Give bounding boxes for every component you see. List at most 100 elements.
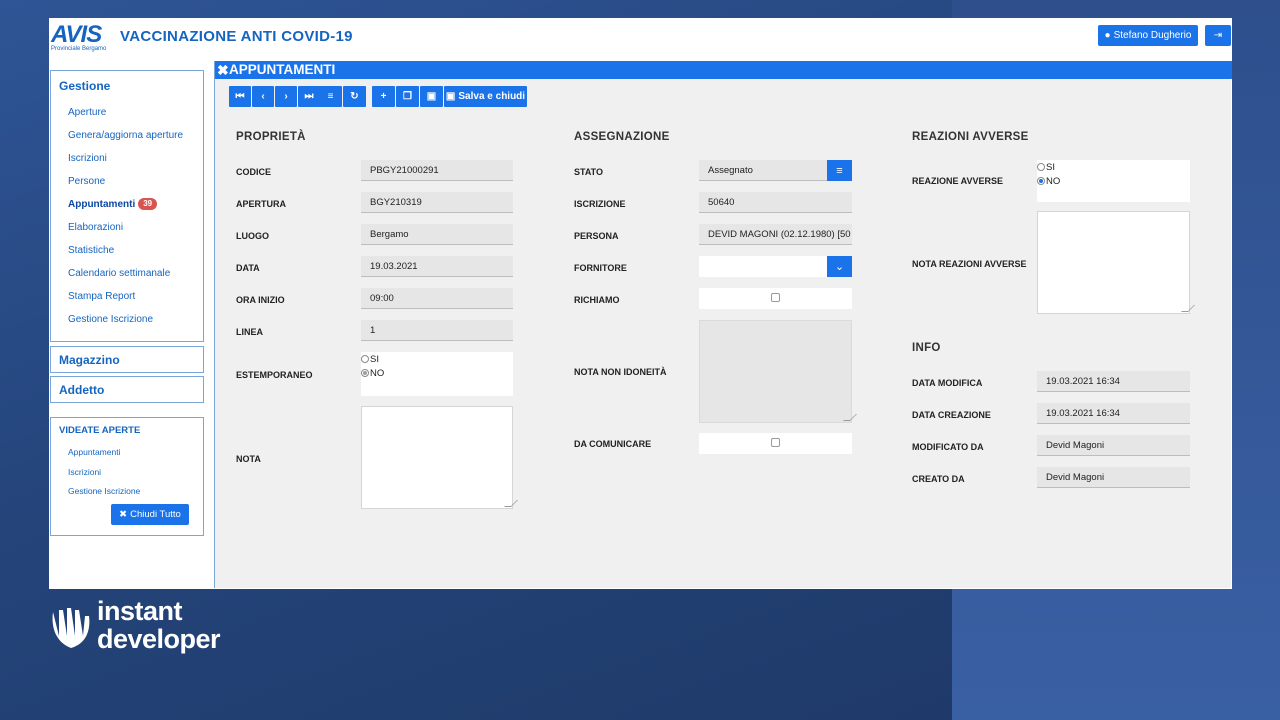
stato-field[interactable]: Assegnato — [699, 160, 827, 181]
next-record-button[interactable]: › — [275, 86, 297, 107]
resize-grip-icon[interactable] — [504, 500, 518, 507]
data-creazione-field[interactable]: 19.03.2021 16:34 — [1037, 403, 1190, 424]
stato-lookup-button[interactable]: ≡ — [827, 160, 852, 181]
reazione-option-no[interactable]: NO — [1037, 174, 1190, 188]
logo-text: AVIS — [51, 21, 102, 48]
save-button[interactable]: ▣ — [420, 86, 443, 107]
duplicate-button[interactable]: ❐ — [396, 86, 419, 107]
creato-da-field[interactable]: Devid Magoni — [1037, 467, 1190, 488]
reazione-option-si[interactable]: SI — [1037, 160, 1190, 174]
sidebar-item-persone[interactable]: Persone — [51, 170, 203, 193]
prev-record-button[interactable]: ‹ — [252, 86, 274, 107]
fornitore-label: FORNITORE — [574, 263, 627, 273]
sidebar-item-iscrizioni[interactable]: Iscrizioni — [51, 147, 203, 170]
sidebar-gestione-title[interactable]: Gestione — [51, 71, 203, 101]
ora-inizio-field[interactable]: 09:00 — [361, 288, 513, 309]
sidebar-item-stampa-report[interactable]: Stampa Report — [51, 285, 203, 308]
sidebar-item-genera-aperture[interactable]: Genera/aggiorna aperture — [51, 124, 203, 147]
sidebar-item-appuntamenti[interactable]: Appuntamenti 39 — [51, 193, 203, 216]
radio-no[interactable] — [361, 369, 369, 377]
estemporaneo-option-si[interactable]: SI — [361, 352, 513, 366]
richiamo-checkbox[interactable] — [771, 293, 780, 302]
modificato-da-field[interactable]: Devid Magoni — [1037, 435, 1190, 456]
codice-label: CODICE — [236, 167, 272, 177]
radio-si[interactable] — [361, 355, 369, 363]
sidebar-item-gestione-iscrizione[interactable]: Gestione Iscrizione — [51, 308, 203, 331]
open-view-gestione-iscrizione[interactable]: Gestione Iscrizione — [51, 482, 203, 502]
copy-icon: ❐ — [403, 91, 412, 102]
sidebar-item-statistiche[interactable]: Statistiche — [51, 239, 203, 262]
nota-non-idoneita-textarea[interactable] — [699, 320, 857, 423]
reazione-avverse-label: REAZIONE AVVERSE — [912, 176, 1004, 186]
richiamo-label: RICHIAMO — [574, 295, 620, 305]
instant-developer-hand-icon — [52, 608, 90, 648]
user-button[interactable]: ● Stefano Dugherio — [1098, 25, 1198, 46]
linea-label: LINEA — [236, 327, 263, 337]
sidebar-item-elaborazioni[interactable]: Elaborazioni — [51, 216, 203, 239]
fornitore-dropdown-button[interactable]: ⌄ — [827, 256, 852, 277]
radio-no-label: NO — [1046, 175, 1061, 187]
sidebar-addetto-title: Addetto — [59, 383, 105, 397]
brand-line-2: developer — [97, 624, 221, 654]
chevron-down-icon: ⌄ — [834, 261, 845, 273]
persona-field[interactable]: DEVID MAGONI (02.12.1980) [50 — [699, 224, 852, 245]
edit-toolbar: + ❐ ▣ ▣ Salva e chiudi — [372, 86, 527, 107]
sidebar-gestione: Gestione Aperture Genera/aggiorna apertu… — [50, 70, 204, 342]
chevron-left-icon: ‹ — [261, 91, 265, 102]
apertura-field[interactable]: BGY210319 — [361, 192, 513, 213]
close-icon: ✖ — [119, 509, 128, 520]
open-view-appuntamenti[interactable]: Appuntamenti — [51, 443, 203, 463]
plus-icon: + — [380, 91, 387, 102]
radio-no[interactable] — [1037, 177, 1045, 185]
app-title: VACCINAZIONE ANTI COVID-19 — [120, 28, 353, 45]
radio-si[interactable] — [1037, 163, 1045, 171]
save-icon: ▣ — [426, 91, 437, 102]
logout-button[interactable]: ⇥ — [1205, 25, 1231, 46]
fornitore-select[interactable] — [699, 256, 827, 277]
logout-icon: ⇥ — [1213, 30, 1223, 41]
codice-field[interactable]: PBGY21000291 — [361, 160, 513, 181]
close-panel-icon[interactable]: ✖ — [217, 61, 229, 79]
radio-no-label: NO — [370, 367, 385, 379]
instant-developer-logo: instant developer — [49, 597, 249, 657]
add-button[interactable]: + — [372, 86, 395, 107]
resize-grip-icon[interactable] — [1181, 305, 1195, 312]
chevron-right-icon: › — [284, 91, 288, 102]
estemporaneo-option-no[interactable]: NO — [361, 366, 513, 380]
list-icon: ≡ — [836, 164, 843, 177]
estemporaneo-label: ESTEMPORANEO — [236, 370, 313, 380]
sidebar-magazzino[interactable]: Magazzino — [50, 346, 204, 373]
refresh-button[interactable]: ↻ — [343, 86, 366, 107]
save-close-button[interactable]: ▣ Salva e chiudi — [444, 86, 527, 107]
reazione-radio-group: SI NO — [1037, 160, 1190, 202]
iscrizione-label: ISCRIZIONE — [574, 199, 626, 209]
linea-field[interactable]: 1 — [361, 320, 513, 341]
refresh-icon: ↻ — [350, 91, 359, 102]
close-all-button[interactable]: ✖ Chiudi Tutto — [111, 504, 189, 525]
first-record-button[interactable]: ⏮ — [229, 86, 251, 107]
save-icon: ▣ — [445, 91, 456, 102]
iscrizione-field[interactable]: 50640 — [699, 192, 852, 213]
da-comunicare-checkbox[interactable] — [771, 438, 780, 447]
list-button[interactable]: ≡ — [319, 86, 342, 107]
resize-grip-icon[interactable] — [843, 414, 857, 421]
nota-textarea[interactable] — [361, 406, 518, 509]
appointments-panel: ✖ APPUNTAMENTI ⏮ ‹ › ⏭ ≡ ↻ + ❐ ▣ ▣ Salva… — [214, 61, 1232, 588]
data-field[interactable]: 19.03.2021 — [361, 256, 513, 277]
sidebar-item-calendario[interactable]: Calendario settimanale — [51, 262, 203, 285]
avis-logo[interactable]: AVIS Provinciale Bergamo — [51, 21, 115, 54]
data-modifica-field[interactable]: 19.03.2021 16:34 — [1037, 371, 1190, 392]
nota-reazioni-textarea[interactable] — [1037, 211, 1195, 314]
last-record-button[interactable]: ⏭ — [298, 86, 320, 107]
sidebar-addetto[interactable]: Addetto — [50, 376, 204, 403]
close-all-label: Chiudi Tutto — [130, 509, 181, 520]
user-name: Stefano Dugherio — [1113, 30, 1192, 41]
stato-label: STATO — [574, 167, 603, 177]
luogo-field[interactable]: Bergamo — [361, 224, 513, 245]
section-info-title: INFO — [912, 342, 941, 354]
open-view-iscrizioni[interactable]: Iscrizioni — [51, 463, 203, 483]
section-properties-title: PROPRIETÀ — [236, 131, 306, 143]
section-assignment-title: ASSEGNAZIONE — [574, 131, 670, 143]
luogo-label: LUOGO — [236, 231, 269, 241]
sidebar-item-aperture[interactable]: Aperture — [51, 101, 203, 124]
